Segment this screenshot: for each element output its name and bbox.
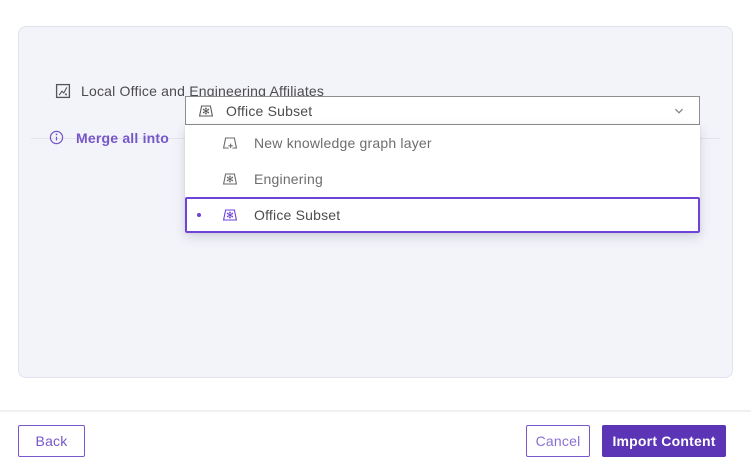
cancel-button[interactable]: Cancel (526, 425, 590, 457)
dropdown-option-enginering[interactable]: Enginering (185, 161, 700, 197)
knowledge-graph-layer-icon (222, 207, 238, 223)
option-label: Office Subset (254, 207, 340, 223)
back-button[interactable]: Back (18, 425, 85, 457)
import-content-button[interactable]: Import Content (602, 425, 726, 457)
merge-all-into-label: Merge all into (76, 130, 184, 146)
option-label: New knowledge graph layer (254, 135, 432, 151)
new-knowledge-graph-layer-icon (222, 135, 238, 151)
dropdown-option-new-knowledge-graph-layer[interactable]: New knowledge graph layer (185, 125, 700, 161)
footer-divider (0, 410, 751, 412)
chevron-down-icon (673, 105, 685, 117)
knowledge-graph-layer-icon (198, 103, 214, 119)
merge-row: Merge all into (49, 123, 184, 152)
info-icon[interactable] (49, 130, 64, 145)
knowledge-graph-layer-icon (222, 171, 238, 187)
selected-bullet-icon (197, 213, 201, 217)
merge-target-dropdown: New knowledge graph layer (185, 125, 700, 233)
option-label: Enginering (254, 171, 323, 187)
layer-checkbox-icon[interactable] (55, 83, 71, 99)
select-value: Office Subset (226, 103, 673, 119)
dropdown-option-office-subset[interactable]: Office Subset (185, 197, 700, 233)
merge-target-select[interactable]: Office Subset (185, 96, 700, 125)
